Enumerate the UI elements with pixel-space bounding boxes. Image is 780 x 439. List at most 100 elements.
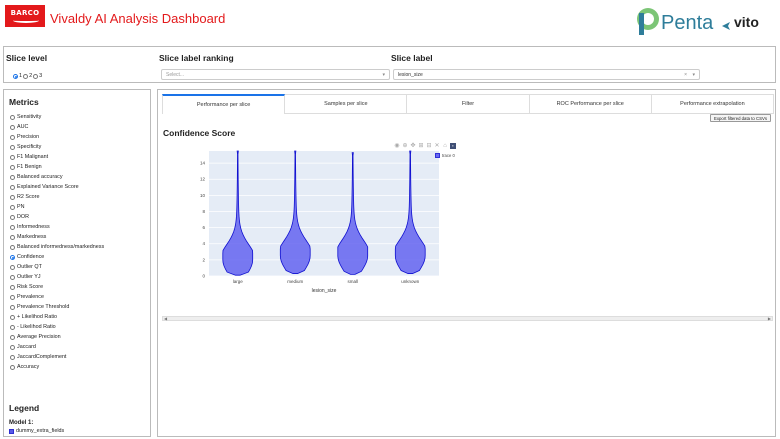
metric-label: Confidence <box>17 254 45 260</box>
metric-radio[interactable] <box>10 154 15 160</box>
slice-level-label: Slice level <box>6 53 48 63</box>
metric-label: Informedness <box>17 224 50 230</box>
metric-option[interactable]: Confidence <box>10 252 150 262</box>
metric-radio[interactable] <box>10 304 15 310</box>
tab-filter[interactable]: Filter <box>407 94 530 114</box>
metric-radio[interactable] <box>10 124 15 130</box>
metric-option[interactable]: Accuracy <box>10 362 150 372</box>
metric-option[interactable]: R2 Score <box>10 192 150 202</box>
metric-radio[interactable] <box>10 354 15 360</box>
metric-radio[interactable] <box>10 114 15 120</box>
zoom-icon[interactable]: ⊕ <box>402 143 408 149</box>
tab-performance-per-slice[interactable]: Performance per slice <box>162 94 286 114</box>
metric-radio[interactable] <box>10 204 15 210</box>
tab-roc-performance-per-slice[interactable]: ROC Performance per slice <box>529 94 652 114</box>
reset-axes-icon[interactable]: ⌂ <box>442 143 448 149</box>
x-axis-title: lesion_size <box>312 288 337 294</box>
pan-icon[interactable]: ✥ <box>410 143 416 149</box>
metric-option[interactable]: Balanced accuracy <box>10 172 150 182</box>
metric-radio[interactable] <box>10 214 15 220</box>
metric-option[interactable]: Risk Score <box>10 282 150 292</box>
metric-option[interactable]: F1 Benign <box>10 162 150 172</box>
model-label: Model 1: <box>9 420 34 426</box>
zoom-in-icon[interactable]: ⊞ <box>418 143 424 149</box>
metric-option[interactable]: Prevalence <box>10 292 150 302</box>
metric-radio[interactable] <box>10 234 15 240</box>
y-tick-label: 10 <box>200 193 206 198</box>
metric-option[interactable]: Precision <box>10 132 150 142</box>
metric-option[interactable]: JaccardComplement <box>10 352 150 362</box>
slice-level-radio-2[interactable] <box>23 73 29 79</box>
metric-label: Specificity <box>17 144 42 150</box>
slice-label-select[interactable]: lesion_size × ▾ <box>393 69 700 80</box>
metric-option[interactable]: DOR <box>10 212 150 222</box>
metric-radio[interactable] <box>10 294 15 300</box>
metric-label: Prevalence Threshold <box>17 304 70 310</box>
export-csv-button[interactable]: Export filtered data to CSVs <box>709 114 771 122</box>
violin-chart-svg: 0 2 4 6 8 10 12 14 large medium small unknown lesion… <box>200 150 439 294</box>
metric-radio[interactable] <box>10 274 15 280</box>
metric-radio[interactable] <box>10 324 15 330</box>
metric-option[interactable]: + Likelihod Ratio <box>10 312 150 322</box>
model-legend-row: dummy_extra_fields <box>9 428 64 434</box>
metric-option[interactable]: Explained Variance Score <box>10 182 150 192</box>
metric-radio[interactable] <box>10 254 15 260</box>
slice-level-radio-3[interactable] <box>33 73 39 79</box>
camera-icon[interactable]: ◉ <box>394 143 400 149</box>
metric-radio[interactable] <box>10 314 15 320</box>
scroll-right-icon[interactable]: ▶ <box>768 316 771 321</box>
legend-swatch <box>435 153 440 158</box>
chart-legend[interactable]: trace 0 <box>435 153 455 158</box>
slice-level-radio-1[interactable] <box>13 73 18 79</box>
metric-radio[interactable] <box>10 144 15 150</box>
metric-option[interactable]: Informedness <box>10 222 150 232</box>
metric-radio[interactable] <box>10 194 15 200</box>
autoscale-icon[interactable]: ✕ <box>434 143 440 149</box>
x-tick-label: medium <box>287 279 303 284</box>
metric-radio[interactable] <box>10 164 15 170</box>
metric-option[interactable]: F1 Malignant <box>10 152 150 162</box>
metric-option[interactable]: Specificity <box>10 142 150 152</box>
metric-option[interactable]: Balanced informedness/markedness <box>10 242 150 252</box>
metrics-title: Metrics <box>9 97 39 107</box>
metric-label: Prevalence <box>17 294 44 300</box>
y-tick-label: 0 <box>202 274 205 279</box>
metric-radio[interactable] <box>10 184 15 190</box>
metric-option[interactable]: Average Precision <box>10 332 150 342</box>
metric-option[interactable]: - Likelihod Ratio <box>10 322 150 332</box>
scroll-left-icon[interactable]: ◀ <box>164 316 167 321</box>
chevron-down-icon[interactable]: ▾ <box>382 72 385 78</box>
plotly-logo-icon[interactable]: ▪ <box>450 143 456 149</box>
metric-radio[interactable] <box>10 174 15 180</box>
x-tick-label: small <box>347 279 358 284</box>
penta-vito-logo: Penta vito <box>636 3 776 37</box>
metric-radio[interactable] <box>10 224 15 230</box>
metric-option[interactable]: Sensitivity <box>10 112 150 122</box>
tab-samples-per-slice[interactable]: Samples per slice <box>285 94 408 114</box>
metric-option[interactable]: Prevalence Threshold <box>10 302 150 312</box>
metric-radio[interactable] <box>10 244 15 250</box>
slice-ranking-select[interactable]: Select... ▾ <box>161 69 390 80</box>
horizontal-scrollbar[interactable]: ◀ ▶ <box>162 316 773 321</box>
main-panel: Performance per slice Samples per slice Fi… <box>157 89 776 437</box>
chevron-down-icon[interactable]: ▾ <box>692 72 695 78</box>
metric-option[interactable]: Outlier QT <box>10 262 150 272</box>
metric-option[interactable]: Jaccard <box>10 342 150 352</box>
metric-option[interactable]: Outlier YJ <box>10 272 150 282</box>
model-name: dummy_extra_fields <box>16 428 65 434</box>
clear-icon[interactable]: × <box>684 72 687 78</box>
penta-logo-text: Penta <box>661 12 714 34</box>
metric-radio[interactable] <box>10 264 15 270</box>
metric-option[interactable]: PN <box>10 202 150 212</box>
metric-option[interactable]: Markedness <box>10 232 150 242</box>
metric-radio[interactable] <box>10 344 15 350</box>
metric-option[interactable]: AUC <box>10 122 150 132</box>
metric-radio[interactable] <box>10 334 15 340</box>
metric-radio[interactable] <box>10 364 15 370</box>
zoom-out-icon[interactable]: ⊟ <box>426 143 432 149</box>
tab-performance-extrapolation[interactable]: Performance extrapolation <box>651 94 775 114</box>
metric-label: Average Precision <box>17 334 61 340</box>
metric-radio[interactable] <box>10 134 15 140</box>
barco-logo-text: BARCO <box>10 9 40 17</box>
metric-radio[interactable] <box>10 284 15 290</box>
